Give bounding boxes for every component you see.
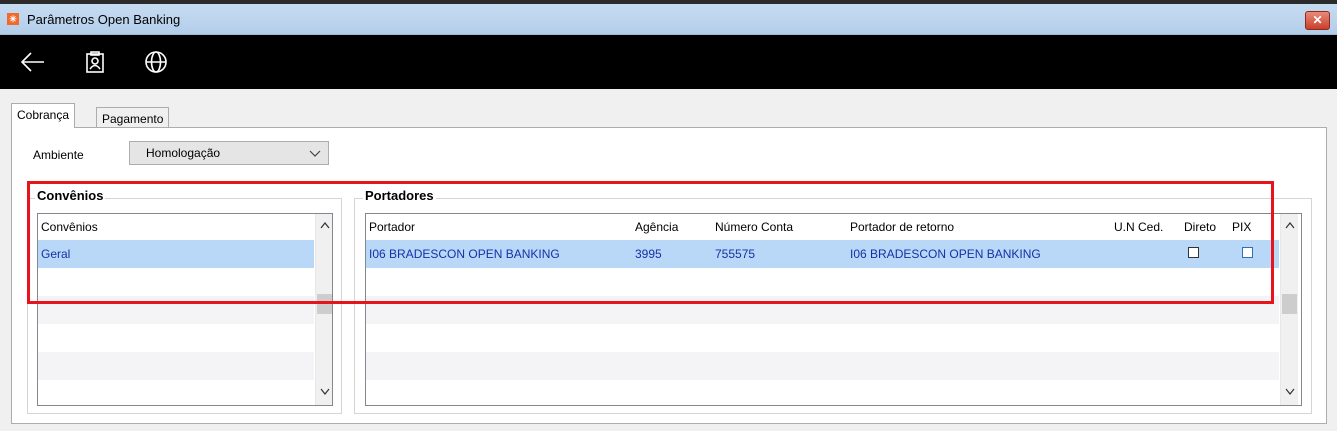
- scroll-down-button[interactable]: [316, 382, 332, 400]
- column-header-convenios[interactable]: Convênios: [41, 214, 98, 240]
- table-row[interactable]: [366, 296, 1279, 324]
- column-header-un-ced[interactable]: U.N Ced.: [1114, 214, 1163, 240]
- chevron-up-icon: [1285, 221, 1294, 228]
- column-header-portador-retorno[interactable]: Portador de retorno: [850, 214, 954, 240]
- pix-checkbox[interactable]: [1242, 247, 1253, 258]
- portadores-scrollbar[interactable]: [1280, 214, 1298, 405]
- portadores-header: Portador Agência Número Conta Portador d…: [366, 214, 1279, 240]
- portador-retorno-cell: I06 BRADESCON OPEN BANKING: [850, 247, 1041, 261]
- chevron-up-icon: [320, 221, 329, 228]
- globe-icon: [145, 51, 167, 73]
- chevron-down-icon: [1285, 388, 1294, 395]
- convenios-header: Convênios: [38, 214, 314, 240]
- globe-button[interactable]: [141, 47, 171, 77]
- back-button[interactable]: [18, 47, 48, 77]
- window-titlebar[interactable]: ✳ Parâmetros Open Banking ✕: [0, 4, 1337, 35]
- toolbar: [0, 35, 1337, 89]
- table-row[interactable]: [366, 380, 1279, 405]
- ambiente-selected-value: Homologação: [146, 146, 221, 160]
- convenios-grid[interactable]: Convênios Geral: [37, 213, 333, 406]
- scroll-thumb[interactable]: [1282, 294, 1297, 314]
- back-arrow-icon: [20, 52, 44, 72]
- table-row[interactable]: [38, 380, 314, 405]
- close-button[interactable]: ✕: [1305, 11, 1330, 30]
- scroll-up-button[interactable]: [1281, 216, 1298, 234]
- table-row[interactable]: [38, 324, 314, 352]
- column-header-portador[interactable]: Portador: [369, 214, 415, 240]
- tab-cobranca[interactable]: Cobrança: [11, 103, 76, 128]
- column-header-agencia[interactable]: Agência: [635, 214, 678, 240]
- table-row[interactable]: [38, 296, 314, 324]
- app-icon: ✳: [7, 13, 19, 25]
- convenio-cell: Geral: [41, 247, 71, 261]
- direto-checkbox[interactable]: [1188, 247, 1199, 258]
- portadores-grid[interactable]: Portador Agência Número Conta Portador d…: [365, 213, 1302, 406]
- chevron-down-icon: [309, 150, 321, 157]
- table-row[interactable]: [366, 352, 1279, 380]
- portador-cell: I06 BRADESCON OPEN BANKING: [369, 247, 560, 261]
- table-row[interactable]: [38, 268, 314, 296]
- ambiente-label: Ambiente: [33, 148, 84, 162]
- scroll-thumb[interactable]: [317, 294, 332, 314]
- numero-conta-cell: 755575: [715, 247, 756, 261]
- table-row[interactable]: I06 BRADESCON OPEN BANKING 3995 755575 I…: [366, 240, 1279, 268]
- ambiente-select[interactable]: Homologação: [129, 141, 329, 165]
- scroll-up-button[interactable]: [316, 216, 332, 234]
- convenios-scrollbar[interactable]: [315, 214, 332, 405]
- contact-card-icon: [86, 51, 104, 73]
- table-row[interactable]: Geral: [38, 240, 314, 268]
- agencia-cell: 3995: [635, 247, 662, 261]
- contact-card-button[interactable]: [80, 47, 110, 77]
- table-row[interactable]: [38, 352, 314, 380]
- chevron-down-icon: [320, 388, 329, 395]
- portadores-group-title: Portadores: [363, 188, 436, 203]
- column-header-pix[interactable]: PIX: [1232, 214, 1251, 240]
- window-title: Parâmetros Open Banking: [27, 12, 181, 27]
- table-row[interactable]: [366, 324, 1279, 352]
- column-header-direto[interactable]: Direto: [1184, 214, 1216, 240]
- tab-pagamento[interactable]: Pagamento: [96, 107, 170, 129]
- column-header-numero-conta[interactable]: Número Conta: [715, 214, 793, 240]
- scroll-down-button[interactable]: [1281, 382, 1298, 400]
- table-row[interactable]: [366, 268, 1279, 296]
- convenios-group-title: Convênios: [35, 188, 106, 203]
